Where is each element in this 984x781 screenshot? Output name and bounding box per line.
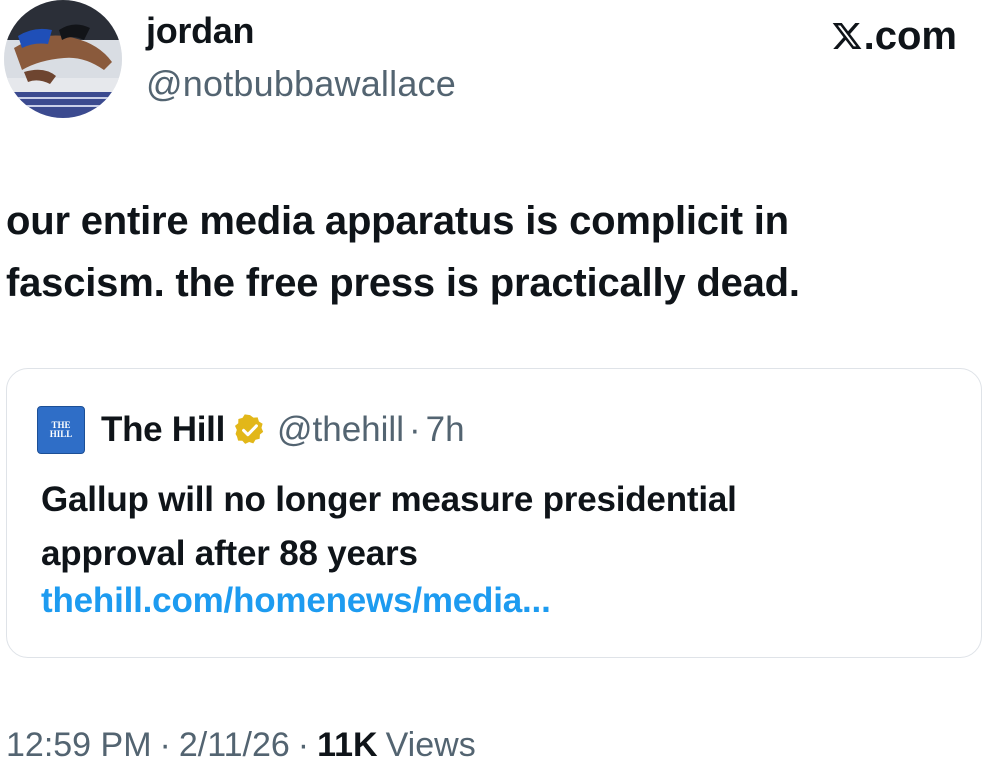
- x-logo-icon: [832, 23, 862, 49]
- tweet-date[interactable]: 2/11/26: [179, 726, 290, 765]
- separator-dot: ·: [159, 725, 171, 764]
- quoted-tweet-link[interactable]: thehill.com/homenews/media...: [41, 581, 551, 621]
- tweet-text-line: our entire media apparatus is complicit …: [6, 199, 789, 243]
- quoted-text-line: Gallup will no longer measure presidenti…: [41, 480, 737, 519]
- tweet-text: our entire media apparatus is complicit …: [6, 190, 966, 314]
- author-avatar[interactable]: [4, 0, 122, 118]
- logo-text: HILL: [49, 429, 73, 439]
- avatar-photo: [4, 0, 122, 118]
- the-hill-logo-icon[interactable]: THE HILL: [37, 406, 85, 454]
- quoted-author-handle[interactable]: @thehill: [277, 410, 404, 450]
- views-count[interactable]: 11K: [317, 726, 378, 765]
- tweet-time[interactable]: 12:59 PM: [6, 726, 152, 765]
- quoted-tweet-time[interactable]: 7h: [426, 410, 465, 450]
- views-label: Views: [385, 725, 476, 764]
- tweet-text-line: fascism. the free press is practically d…: [6, 261, 800, 305]
- separator-dot: ·: [408, 410, 421, 449]
- quoted-author-name[interactable]: The Hill: [101, 410, 225, 450]
- author-handle[interactable]: @notbubbawallace: [146, 63, 456, 105]
- quoted-text-line: approval after 88 years: [41, 534, 418, 573]
- quoted-tweet-header: THE HILL The Hill @thehill · 7h: [37, 405, 465, 455]
- author-display-name[interactable]: jordan: [146, 10, 255, 52]
- quoted-tweet-text: Gallup will no longer measure presidenti…: [41, 473, 961, 581]
- quoted-tweet-card[interactable]: THE HILL The Hill @thehill · 7h Gallup w…: [6, 368, 982, 658]
- tweet-meta: 12:59 PM · 2/11/26 · 11K Views: [6, 720, 476, 770]
- separator-dot: ·: [297, 725, 310, 764]
- verified-badge-icon: [234, 414, 264, 444]
- x-domain-suffix: .com: [863, 13, 957, 58]
- x-brand: .com: [831, 14, 957, 58]
